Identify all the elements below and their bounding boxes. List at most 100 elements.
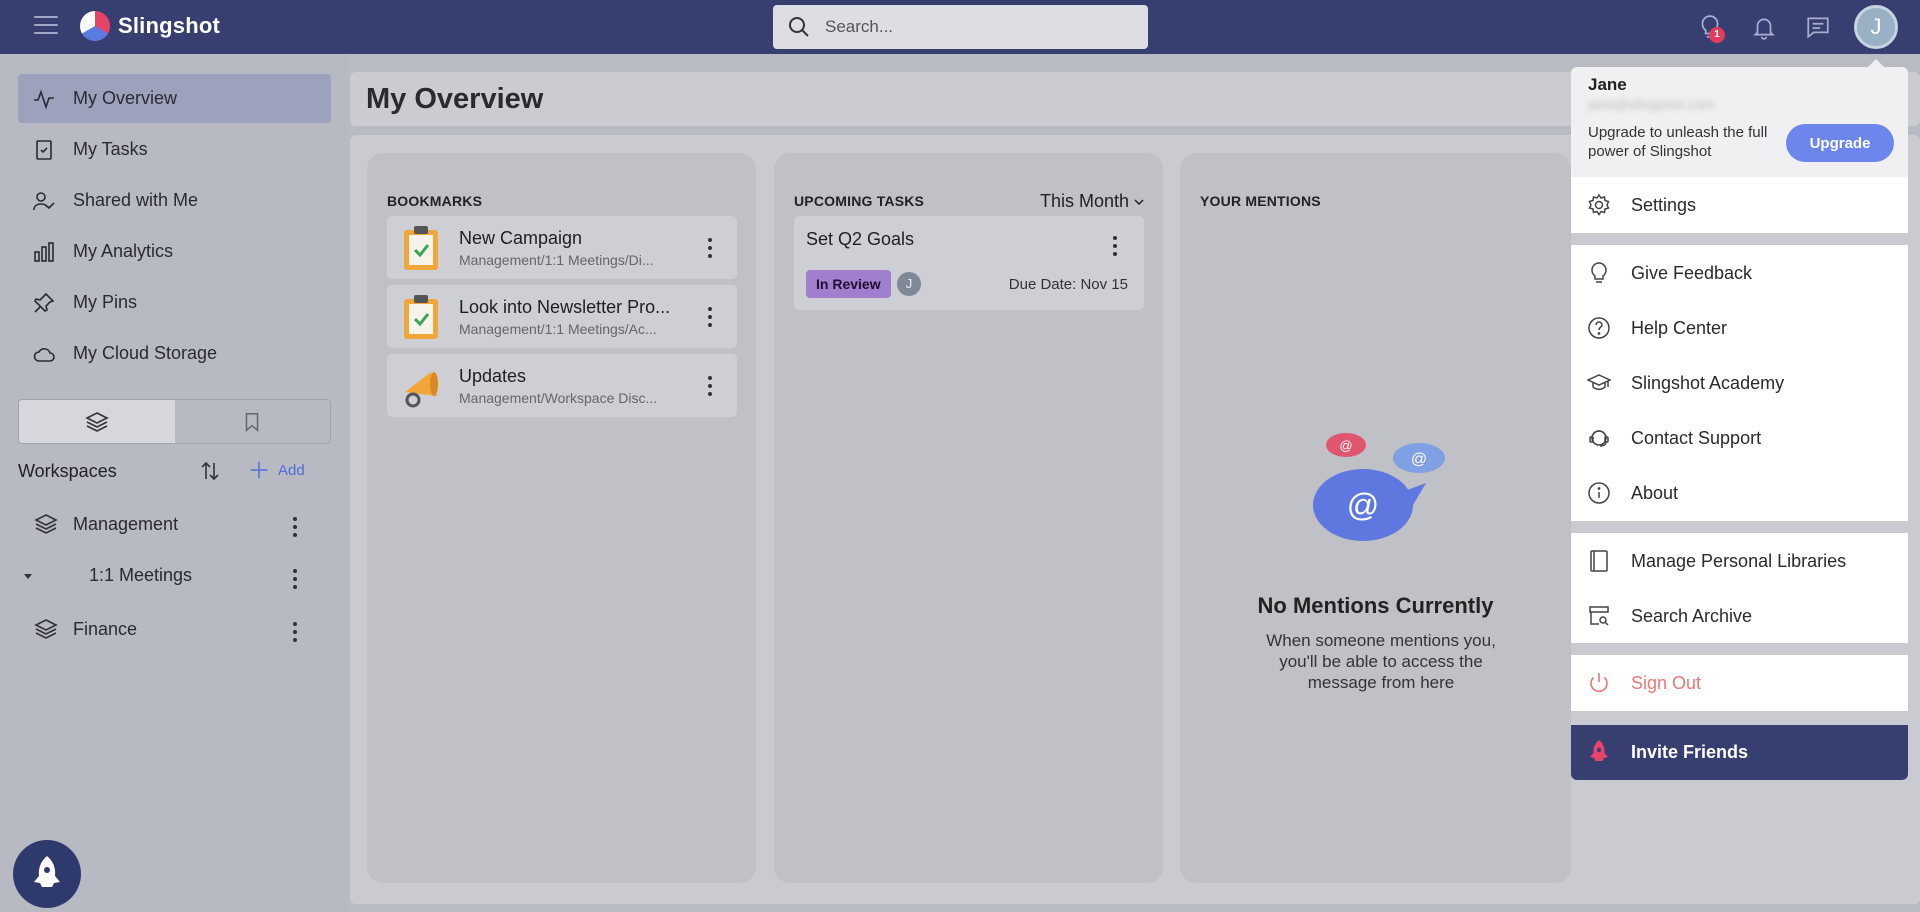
add-workspace-button[interactable]: Add (248, 459, 305, 481)
plus-icon (250, 461, 268, 479)
upgrade-button[interactable]: Upgrade (1786, 124, 1894, 162)
bookmark-item[interactable]: New Campaign Management/1:1 Meetings/Di.… (387, 216, 737, 279)
menu-item-search-archive[interactable]: Search Archive (1571, 593, 1908, 639)
menu-group-help: Give Feedback Help Center Slingshot Acad… (1571, 245, 1908, 521)
workspace-label: Management (73, 513, 179, 534)
support-agent-icon (1589, 430, 1609, 447)
nav-my-cloud-storage[interactable]: My Cloud Storage (18, 329, 331, 378)
menu-item-about[interactable]: About (1571, 470, 1908, 516)
nav-label: My Tasks (73, 139, 148, 159)
search-box[interactable] (773, 5, 1148, 49)
bookmarks-title: BOOKMARKS (387, 193, 483, 209)
upgrade-text: Upgrade to unleash the full power of Sli… (1588, 124, 1768, 160)
menu-label: Contact Support (1631, 427, 1762, 448)
gear-icon (1588, 193, 1610, 216)
menu-label: Give Feedback (1631, 262, 1753, 283)
menu-item-give-feedback[interactable]: Give Feedback (1571, 250, 1908, 296)
sidebar-view-toggle (18, 399, 331, 444)
user-menu-dropdown: Jane jane@slingshot.com Upgrade to unlea… (1571, 67, 1908, 780)
workspace-label: 1:1 Meetings (89, 565, 193, 585)
layers-icon (34, 514, 58, 534)
svg-text:@: @ (1347, 487, 1379, 523)
workspaces-toggle[interactable] (19, 400, 175, 443)
app-name: Slingshot (118, 13, 221, 38)
status-badge[interactable]: In Review (806, 270, 891, 298)
bar-chart-icon (34, 241, 54, 262)
workspace-management[interactable]: Management (34, 512, 178, 536)
menu-group-libraries: Manage Personal Libraries Search Archive (1571, 533, 1908, 643)
nav-label: My Cloud Storage (73, 343, 218, 363)
svg-text:@: @ (1339, 438, 1352, 453)
nav-my-overview[interactable]: My Overview (18, 74, 331, 123)
bookmark-name: Updates (459, 366, 527, 386)
slingshot-logo-icon (80, 11, 110, 41)
menu-item-help-center[interactable]: Help Center (1571, 305, 1908, 351)
assignee-avatar[interactable]: J (897, 272, 921, 296)
nav-my-pins[interactable]: My Pins (18, 278, 331, 327)
help-circle-icon (1588, 317, 1610, 339)
invite-label: Invite Friends (1631, 742, 1749, 762)
app-logo[interactable]: Slingshot (80, 11, 220, 41)
chevron-down-icon (1134, 198, 1144, 205)
task-options-icon[interactable] (1112, 236, 1118, 256)
menu-item-contact-support[interactable]: Contact Support (1571, 415, 1908, 461)
clipboard-check-icon (404, 295, 438, 339)
hamburger-menu-icon[interactable] (34, 16, 58, 36)
menu-item-manage-libraries[interactable]: Manage Personal Libraries (1571, 538, 1908, 584)
mentions-title: YOUR MENTIONS (1200, 193, 1321, 209)
nav-shared-with-me[interactable]: Shared with Me (18, 176, 331, 225)
bell-icon[interactable] (1751, 14, 1777, 40)
workspace-options-icon[interactable] (292, 517, 298, 537)
workspace-1-1-meetings[interactable]: 1:1 Meetings (89, 565, 192, 586)
expand-caret-icon[interactable] (24, 574, 32, 579)
sidebar: My Overview My Tasks Shared with Me My A… (0, 54, 349, 912)
clipboard-check-icon (404, 226, 438, 270)
nav-my-tasks[interactable]: My Tasks (18, 125, 331, 174)
menu-item-settings[interactable]: Settings (1571, 182, 1908, 228)
menu-item-slingshot-academy[interactable]: Slingshot Academy (1571, 360, 1908, 406)
nav-label: Shared with Me (73, 190, 199, 210)
bookmark-path: Management/1:1 Meetings/Ac... (459, 321, 657, 337)
user-avatar[interactable]: J (1854, 5, 1898, 49)
user-email: jane@slingshot.com (1588, 96, 1715, 112)
nav-my-analytics[interactable]: My Analytics (18, 227, 331, 276)
graduation-cap-icon (1587, 374, 1611, 390)
menu-group-signout: Sign Out (1571, 655, 1908, 711)
search-input[interactable] (825, 17, 1125, 37)
workspace-options-icon[interactable] (292, 569, 298, 589)
layers-icon (34, 619, 58, 639)
workspace-options-icon[interactable] (292, 622, 298, 642)
bookmark-options-icon[interactable] (707, 238, 713, 258)
filter-label: This Month (1039, 191, 1129, 211)
lightbulb-icon (1591, 262, 1607, 283)
menu-label: Slingshot Academy (1631, 372, 1785, 393)
tasks-filter-dropdown[interactable]: This Month (1040, 191, 1145, 212)
bookmark-options-icon[interactable] (707, 307, 713, 327)
menu-item-sign-out[interactable]: Sign Out (1571, 660, 1908, 706)
workspace-label: Finance (73, 618, 138, 639)
bookmark-name: Look into Newsletter Pro... (459, 297, 671, 317)
bookmarks-panel: BOOKMARKS New Campaign Management/1:1 Me… (367, 153, 756, 883)
task-card[interactable]: Set Q2 Goals In Review J Due Date: Nov 1… (794, 216, 1144, 310)
power-icon (1590, 673, 1608, 693)
rocket-icon (34, 856, 60, 887)
bookmark-item[interactable]: Updates Management/Workspace Disc... (387, 354, 737, 417)
bookmark-item[interactable]: Look into Newsletter Pro... Management/1… (387, 285, 737, 348)
mentions-panel: YOUR MENTIONS @ @ @ No Mentions Currentl… (1180, 153, 1571, 883)
rocket-fab-button[interactable] (13, 840, 81, 908)
sort-icon[interactable] (198, 459, 222, 483)
megaphone-icon (405, 372, 438, 408)
bookmark-options-icon[interactable] (707, 376, 713, 396)
workspace-finance[interactable]: Finance (34, 617, 137, 641)
info-icon (1588, 482, 1610, 504)
bookmarks-toggle[interactable] (175, 400, 331, 443)
empty-text: When someone mentions you, you'll be abl… (1266, 631, 1496, 692)
nav-label: My Analytics (73, 241, 174, 261)
bookmark-name: New Campaign (459, 228, 583, 248)
activity-icon (34, 89, 54, 110)
chat-icon[interactable] (1805, 14, 1831, 40)
bookmark-icon (246, 412, 259, 432)
workspaces-title: Workspaces (18, 461, 117, 481)
invite-friends-button[interactable]: Invite Friends (1571, 725, 1908, 780)
menu-label: About (1631, 482, 1679, 503)
